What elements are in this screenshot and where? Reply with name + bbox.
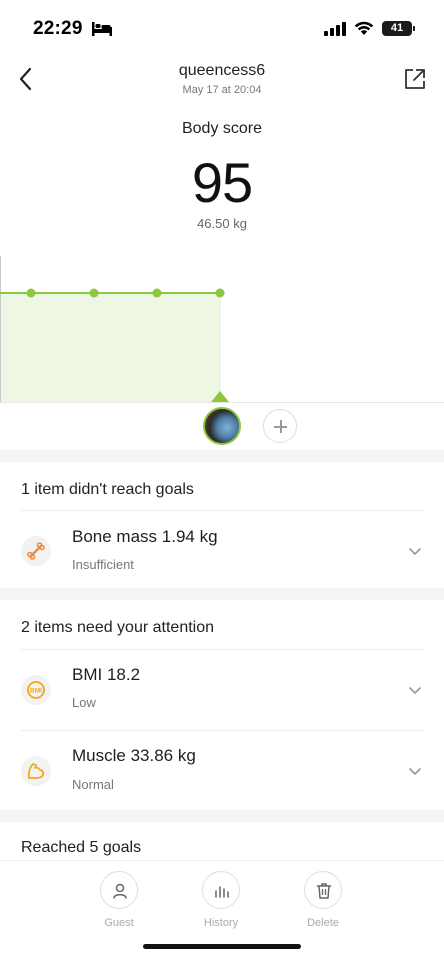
home-indicator — [143, 944, 301, 949]
person-icon — [113, 883, 127, 899]
data-point — [152, 288, 162, 298]
body-score-label: Body score — [181, 120, 263, 137]
divider — [21, 510, 423, 511]
avatar[interactable] — [203, 407, 241, 445]
bone-icon — [21, 536, 51, 566]
item-name: Bone mass — [72, 527, 158, 546]
delete-label: Delete — [307, 917, 339, 929]
history-label: History — [203, 917, 239, 929]
item-value: 33.86 kg — [130, 746, 196, 765]
status-bar: 22:29 41 — [0, 0, 444, 56]
section-header-attention: 2 items need your attention — [21, 619, 215, 636]
guest-label: Guest — [104, 917, 134, 929]
data-point — [89, 288, 99, 298]
item-name-line: Muscle 33.86 kg — [72, 746, 196, 766]
weight-value: 46.50 kg — [197, 216, 247, 231]
bar-chart-icon — [215, 886, 229, 898]
cellular-signal-icon — [324, 22, 346, 36]
item-name: BMI — [72, 665, 103, 684]
history-circle — [202, 871, 240, 909]
body-score-value: 95 — [191, 151, 253, 214]
battery-cap — [413, 26, 415, 31]
chevron-down-icon[interactable] — [408, 766, 422, 776]
bed-icon — [92, 22, 112, 36]
item-status: Normal — [72, 777, 114, 792]
share-external-icon[interactable] — [402, 66, 428, 92]
chart-area — [0, 293, 220, 402]
item-name-line: Bone mass 1.94 kg — [72, 527, 218, 547]
score-trend-chart[interactable] — [0, 250, 444, 405]
guest-button[interactable]: Guest — [89, 871, 149, 929]
status-time: 22:29 — [33, 18, 83, 39]
section-gap — [0, 810, 444, 822]
chevron-down-icon[interactable] — [408, 685, 422, 695]
section-header-reached: Reached 5 goals — [21, 839, 142, 856]
item-value: 18.2 — [106, 665, 141, 684]
muscle-icon — [21, 756, 51, 786]
item-status: Insufficient — [72, 557, 134, 572]
bmi-icon: BMI — [21, 675, 51, 705]
add-profile-button[interactable] — [263, 409, 297, 443]
wifi-icon — [354, 21, 374, 35]
page-subtitle: May 17 at 20:04 — [182, 84, 262, 96]
item-name: Muscle — [72, 746, 126, 765]
section-header-not-reached: 1 item didn't reach goals — [21, 481, 194, 498]
battery-icon: 41 — [382, 21, 412, 36]
guest-circle — [100, 871, 138, 909]
divider — [21, 649, 423, 650]
page-title: queencess6 — [178, 62, 266, 79]
data-point — [26, 288, 36, 298]
history-button[interactable]: History — [191, 871, 251, 929]
divider — [21, 730, 423, 731]
item-name-line: BMI 18.2 — [72, 665, 140, 685]
section-gap — [0, 450, 444, 462]
trash-icon — [316, 883, 332, 899]
delete-circle — [304, 871, 342, 909]
chart-baseline — [0, 402, 444, 403]
chevron-down-icon[interactable] — [408, 546, 422, 556]
section-gap — [0, 588, 444, 600]
delete-button[interactable]: Delete — [293, 871, 353, 929]
item-status: Low — [72, 695, 96, 710]
item-value: 1.94 kg — [161, 527, 218, 546]
data-point — [215, 288, 225, 298]
bmi-badge-text: BMI — [30, 688, 42, 695]
